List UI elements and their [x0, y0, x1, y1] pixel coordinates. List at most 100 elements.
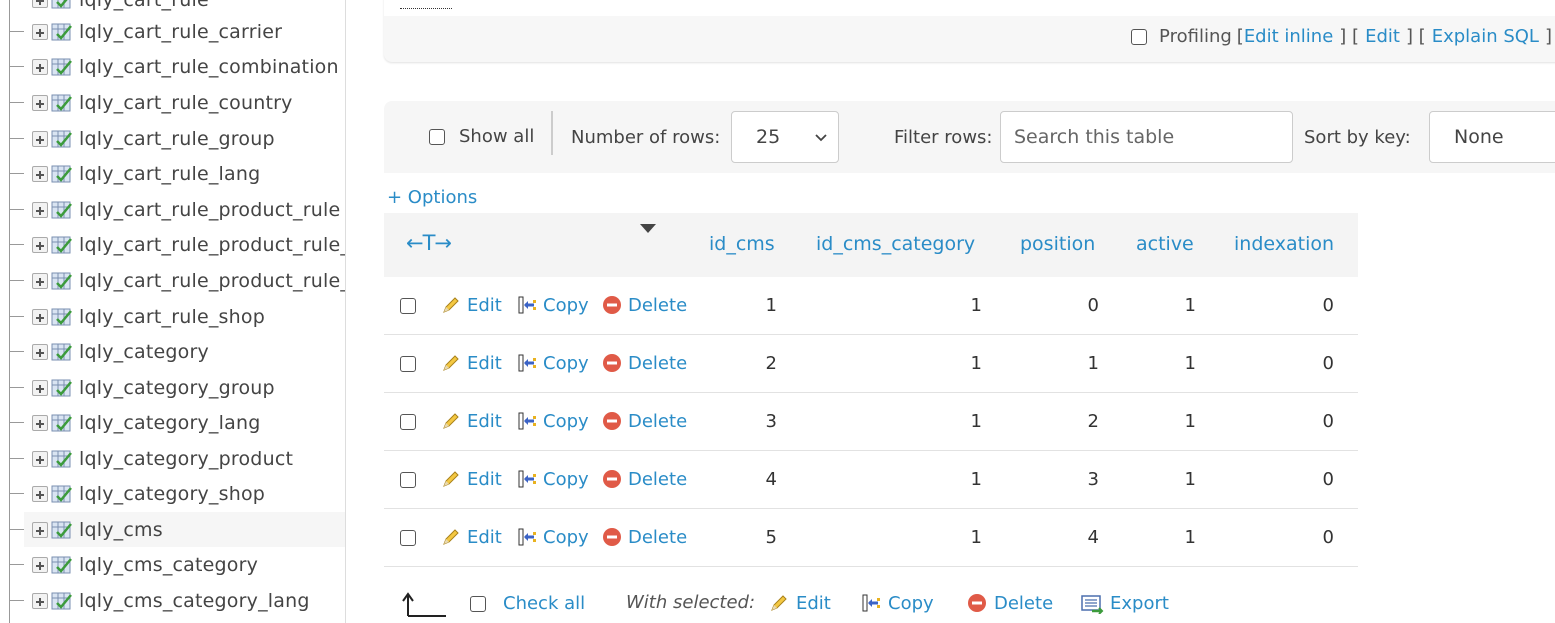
column-header-id-cms-category[interactable]: id_cms_category: [816, 233, 975, 255]
sidebar-table-item[interactable]: lqly_category_product: [9, 441, 345, 476]
sidebar-table-item[interactable]: lqly_cart_rule_shop: [9, 299, 345, 334]
expand-icon[interactable]: [32, 343, 48, 360]
sidebar-table-item[interactable]: lqly_cms: [9, 512, 345, 547]
sidebar-table-label[interactable]: lqly_cart_rule_group: [79, 128, 275, 150]
table-structure-icon[interactable]: [51, 164, 73, 184]
sidebar-table-label[interactable]: lqly_cart_rule_lang: [79, 163, 260, 185]
sidebar-table-label[interactable]: lqly_cms_category_lang: [79, 590, 310, 612]
sidebar-table-item[interactable]: lqly_cart_rule_country: [9, 85, 345, 120]
table-structure-icon[interactable]: [51, 57, 73, 77]
table-structure-icon[interactable]: [51, 378, 73, 398]
sidebar-table-label[interactable]: lqly_category_lang: [79, 412, 260, 434]
table-structure-icon[interactable]: [51, 22, 73, 42]
rows-per-page-select[interactable]: 25: [731, 111, 839, 163]
check-all-label[interactable]: Check all: [503, 593, 585, 614]
sidebar-table-label[interactable]: lqly_cart_rule_combination: [79, 56, 339, 78]
column-header-indexation[interactable]: indexation: [1234, 233, 1334, 255]
sidebar-table-label[interactable]: lqly_category_group: [79, 377, 275, 399]
edit-inline-link[interactable]: Edit inline: [1244, 26, 1333, 47]
expand-icon[interactable]: [32, 94, 48, 111]
row-edit-button[interactable]: Edit: [440, 294, 502, 316]
table-structure-icon[interactable]: [51, 129, 73, 149]
bulk-delete-button[interactable]: Delete: [966, 592, 1053, 614]
row-checkbox[interactable]: [400, 298, 416, 314]
column-arrows-icon[interactable]: ←T→: [406, 231, 452, 255]
table-structure-icon[interactable]: [51, 93, 73, 113]
expand-icon[interactable]: [32, 201, 48, 218]
sidebar-table-label[interactable]: lqly_cart_rule_country: [79, 92, 293, 114]
sidebar-table-item[interactable]: lqly_cart_rule_group: [9, 121, 345, 156]
column-header-active[interactable]: active: [1136, 233, 1194, 255]
expand-icon[interactable]: [32, 379, 48, 396]
row-copy-button[interactable]: Copy: [516, 294, 589, 316]
table-structure-icon[interactable]: [51, 342, 73, 362]
check-all-control[interactable]: Check all: [470, 593, 585, 614]
bulk-export-button[interactable]: Export: [1080, 592, 1169, 614]
sidebar-table-label[interactable]: lqly_cart_rule: [79, 0, 209, 11]
table-structure-icon[interactable]: [51, 307, 73, 327]
sidebar-table-item[interactable]: lqly_category_group: [9, 370, 345, 405]
table-structure-icon[interactable]: [51, 235, 73, 255]
sidebar-table-item[interactable]: lqly_cart_rule_product_rule_: [9, 263, 345, 298]
table-structure-icon[interactable]: [51, 0, 73, 10]
row-delete-button[interactable]: Delete: [601, 410, 687, 432]
row-edit-button[interactable]: Edit: [440, 468, 502, 490]
explain-sql-link[interactable]: Explain SQL: [1432, 26, 1539, 47]
sidebar-table-item[interactable]: lqly_category: [9, 334, 345, 369]
bulk-copy-button[interactable]: Copy: [860, 592, 934, 614]
expand-icon[interactable]: [32, 450, 48, 467]
sidebar-table-item[interactable]: lqly_cart_rule_product_rule: [9, 192, 345, 227]
row-copy-button[interactable]: Copy: [516, 410, 589, 432]
row-checkbox[interactable]: [400, 356, 416, 372]
column-header-position[interactable]: position: [1020, 233, 1095, 255]
sidebar-table-item[interactable]: lqly_cart_rule_lang: [9, 156, 345, 191]
sort-by-key-select[interactable]: None: [1429, 111, 1555, 163]
sidebar-table-item[interactable]: lqly_category_lang: [9, 405, 345, 440]
row-delete-button[interactable]: Delete: [601, 294, 687, 316]
sidebar-table-label[interactable]: lqly_cart_rule_shop: [79, 306, 265, 328]
sort-caret-icon[interactable]: [640, 224, 656, 233]
row-copy-button[interactable]: Copy: [516, 352, 589, 374]
table-structure-icon[interactable]: [51, 413, 73, 433]
sidebar-table-label[interactable]: lqly_category_product: [79, 448, 293, 470]
sidebar-table-label[interactable]: lqly_cart_rule_product_rule: [79, 199, 340, 221]
sidebar-table-item[interactable]: lqly_cart_rule_product_rule_: [9, 227, 345, 262]
table-structure-icon[interactable]: [51, 200, 73, 220]
sidebar-table-label[interactable]: lqly_cart_rule_product_rule_: [79, 270, 345, 292]
row-checkbox[interactable]: [400, 530, 416, 546]
sidebar-table-label[interactable]: lqly_cms_category: [79, 554, 258, 576]
filter-rows-input[interactable]: Search this table: [1000, 111, 1293, 163]
expand-icon[interactable]: [32, 272, 48, 289]
edit-sql-link[interactable]: Edit: [1365, 26, 1400, 47]
sidebar-table-item[interactable]: lqly_cms_category: [9, 547, 345, 582]
show-all-control[interactable]: Show all: [429, 126, 534, 147]
profiling-checkbox[interactable]: [1131, 28, 1148, 45]
expand-icon[interactable]: [32, 0, 48, 8]
sidebar-table-label[interactable]: lqly_category: [79, 341, 209, 363]
table-structure-icon[interactable]: [51, 449, 73, 469]
row-edit-button[interactable]: Edit: [440, 352, 502, 374]
row-checkbox[interactable]: [400, 414, 416, 430]
expand-icon[interactable]: [32, 236, 48, 253]
row-checkbox[interactable]: [400, 472, 416, 488]
sidebar-table-item[interactable]: lqly_cms_category_lang: [9, 583, 345, 618]
row-edit-button[interactable]: Edit: [440, 410, 502, 432]
sidebar-table-item[interactable]: lqly_cart_rule_combination: [9, 49, 345, 84]
row-delete-button[interactable]: Delete: [601, 526, 687, 548]
sidebar-table-label[interactable]: lqly_category_shop: [79, 483, 265, 505]
expand-icon[interactable]: [32, 556, 48, 573]
row-delete-button[interactable]: Delete: [601, 352, 687, 374]
table-structure-icon[interactable]: [51, 484, 73, 504]
options-link[interactable]: + Options: [387, 187, 477, 208]
expand-icon[interactable]: [32, 521, 48, 538]
expand-icon[interactable]: [32, 130, 48, 147]
sidebar-table-item[interactable]: lqly_cart_rule_carrier: [9, 14, 345, 49]
show-all-checkbox[interactable]: [429, 128, 445, 145]
expand-icon[interactable]: [32, 58, 48, 75]
expand-icon[interactable]: [32, 165, 48, 182]
table-structure-icon[interactable]: [51, 271, 73, 291]
row-edit-button[interactable]: Edit: [440, 526, 502, 548]
sidebar-table-item[interactable]: lqly_category_shop: [9, 476, 345, 511]
expand-icon[interactable]: [32, 485, 48, 502]
table-structure-icon[interactable]: [51, 591, 73, 611]
